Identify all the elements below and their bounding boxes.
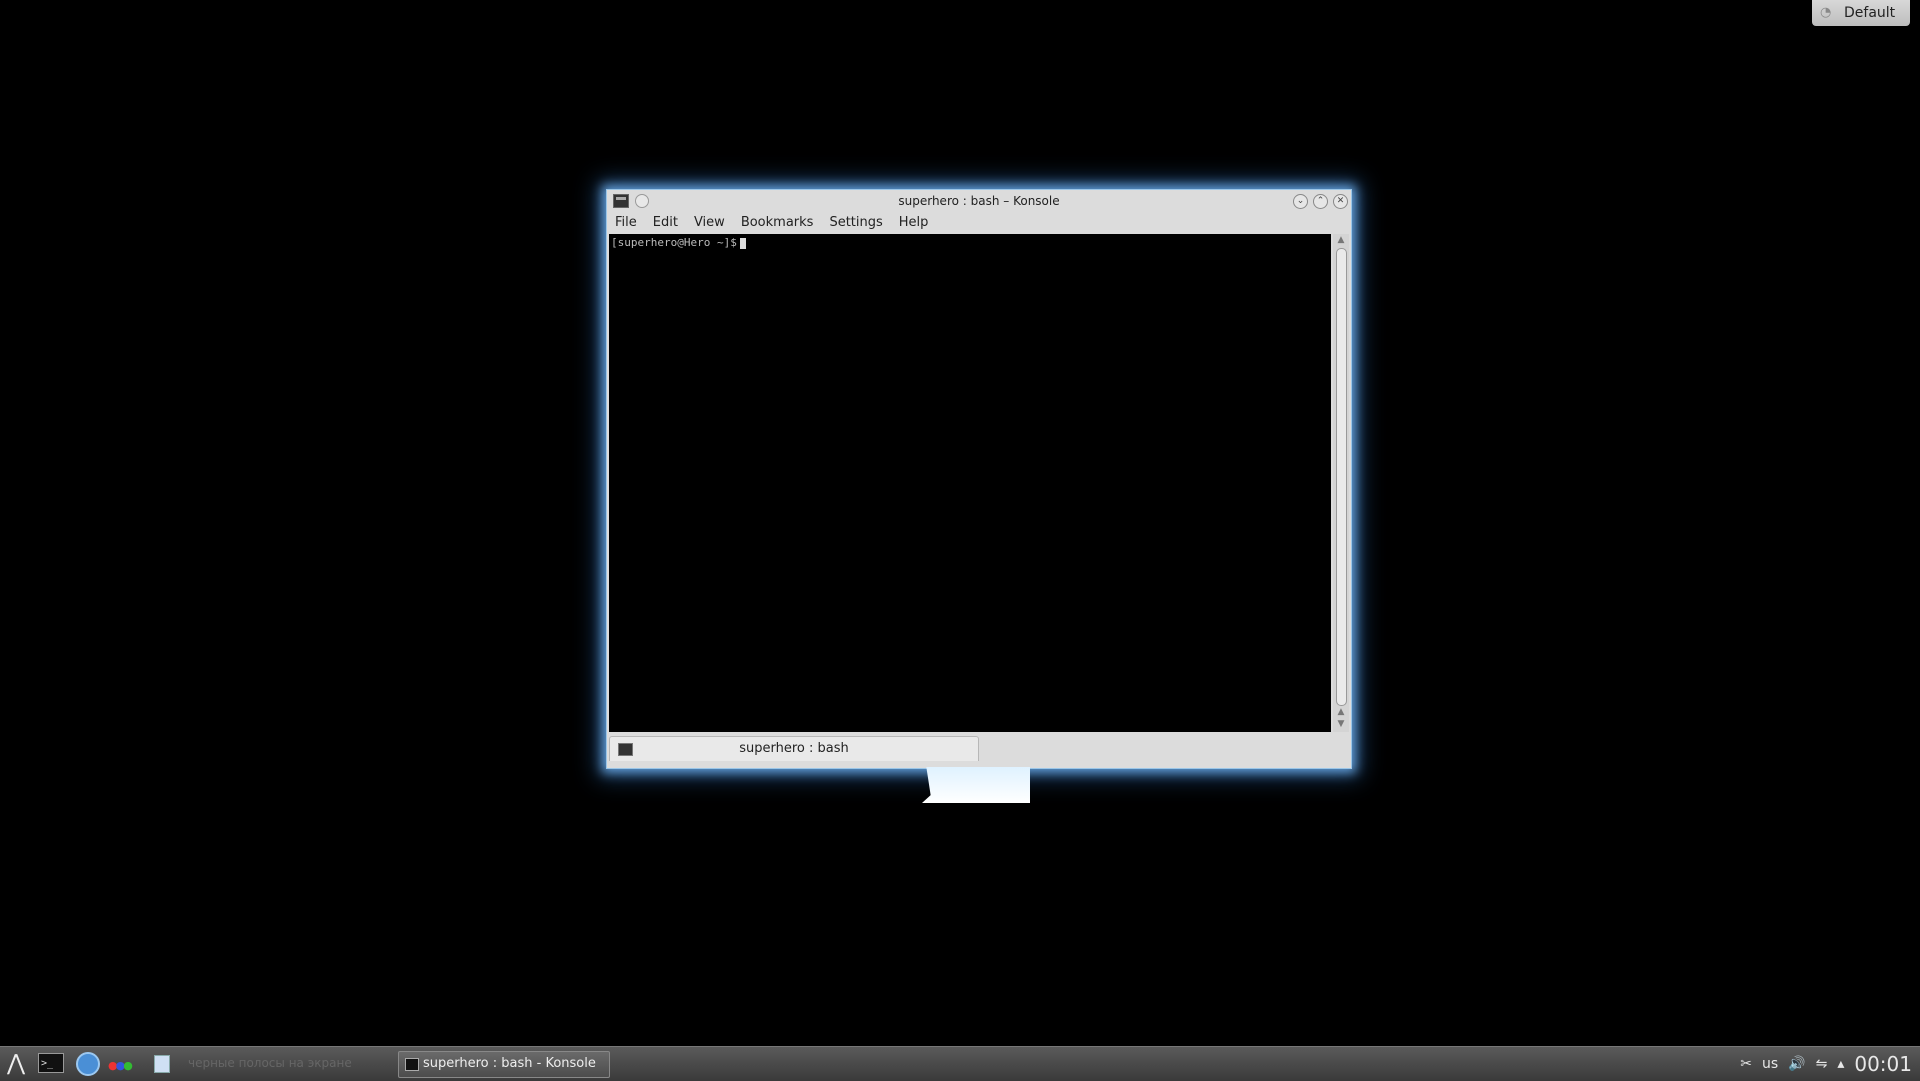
menu-help[interactable]: Help xyxy=(891,215,937,230)
minimize-button[interactable]: ⌄ xyxy=(1293,194,1308,209)
text-cursor xyxy=(739,237,746,249)
menu-settings[interactable]: Settings xyxy=(821,215,890,230)
window-title: superhero : bash – Konsole xyxy=(898,194,1060,208)
system-tray: ✂ us 🔊 ⇋ ▴ 00:01 xyxy=(1740,1047,1920,1081)
terminal-area[interactable]: [superhero@Hero ~]$ xyxy=(609,234,1331,732)
network-icon[interactable]: ⇋ xyxy=(1816,1056,1828,1072)
menu-file[interactable]: File xyxy=(607,215,645,230)
title-bar[interactable]: superhero : bash – Konsole ⌄ ⌃ ✕ xyxy=(607,190,1351,212)
browser-icon[interactable] xyxy=(76,1052,100,1076)
tab-label: superhero : bash xyxy=(739,741,849,756)
keyboard-layout[interactable]: us xyxy=(1762,1056,1778,1072)
scrollbar-thumb[interactable] xyxy=(1336,248,1347,706)
task-label: superhero : bash - Konsole xyxy=(423,1056,596,1071)
activity-button[interactable]: ◔ Default xyxy=(1812,0,1910,26)
app-launcher-icon[interactable]: ⋀ xyxy=(2,1050,30,1078)
menu-bookmarks[interactable]: Bookmarks xyxy=(733,215,822,230)
konsole-task-icon xyxy=(405,1058,419,1071)
scissors-icon[interactable]: ✂ xyxy=(1740,1056,1752,1072)
task-konsole[interactable]: superhero : bash - Konsole xyxy=(398,1051,610,1078)
scrollbar[interactable]: ▲ ▲ ▼ xyxy=(1333,234,1349,732)
menu-bar: File Edit View Bookmarks Settings Help xyxy=(607,212,1351,232)
konsole-window[interactable]: superhero : bash – Konsole ⌄ ⌃ ✕ File Ed… xyxy=(606,189,1352,769)
close-button[interactable]: ✕ xyxy=(1333,194,1348,209)
task-dim[interactable]: черные полосы на экране xyxy=(188,1056,352,1070)
tab-bar: superhero : bash xyxy=(607,734,1351,766)
shell-prompt: [superhero@Hero ~]$ xyxy=(611,236,737,249)
terminal-launcher-icon[interactable]: >_ xyxy=(38,1053,64,1073)
scroll-up-icon-bottom[interactable]: ▲ xyxy=(1333,706,1349,718)
calculator-icon[interactable] xyxy=(154,1055,170,1073)
volume-icon[interactable]: 🔊 xyxy=(1788,1056,1805,1072)
menu-view[interactable]: View xyxy=(686,215,733,230)
dots-icon[interactable]: ●●● xyxy=(108,1059,133,1072)
menu-edit[interactable]: Edit xyxy=(645,215,686,230)
scroll-down-icon[interactable]: ▼ xyxy=(1333,718,1349,730)
activity-icon: ◔ xyxy=(1820,5,1832,20)
taskbar: ⋀ >_ ●●● черные полосы на экране superhe… xyxy=(0,1046,1920,1081)
maximize-button[interactable]: ⌃ xyxy=(1313,194,1328,209)
tab-bash[interactable]: superhero : bash xyxy=(609,736,979,761)
window-reflection xyxy=(922,767,1030,803)
tray-expand-icon[interactable]: ▴ xyxy=(1837,1056,1844,1072)
activity-label: Default xyxy=(1844,5,1896,21)
clock[interactable]: 00:01 xyxy=(1854,1052,1912,1076)
scroll-up-icon[interactable]: ▲ xyxy=(1333,234,1349,246)
